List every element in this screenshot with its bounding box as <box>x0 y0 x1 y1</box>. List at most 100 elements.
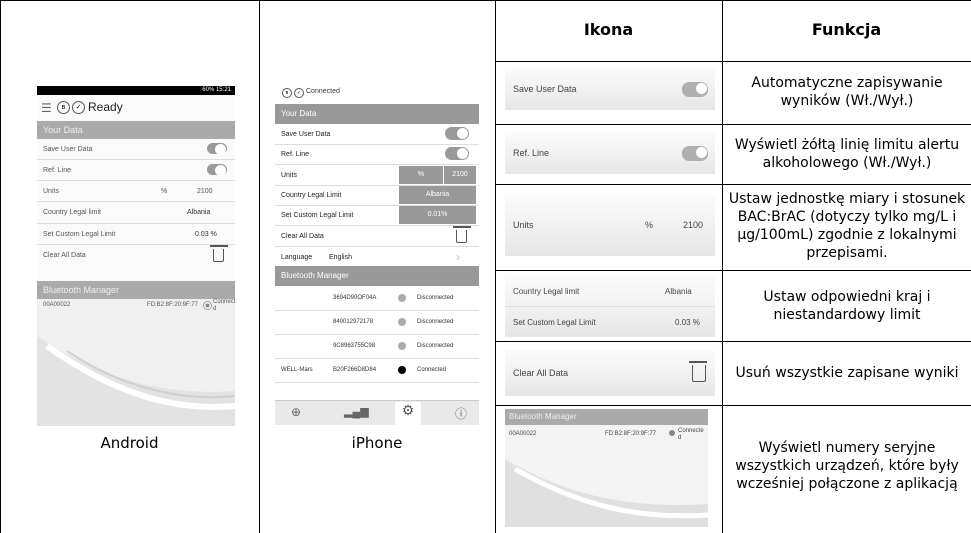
icon-device-id: 00A00022 <box>509 431 537 437</box>
icon-country-label: Country Legal limit <box>513 287 580 296</box>
function-desc-bluetooth: Wyświetl numery seryjne wszystkich urząd… <box>735 440 959 492</box>
tab-chart-icon[interactable]: ▂▄▆ <box>344 405 369 418</box>
language-value[interactable]: English <box>329 254 352 261</box>
android-screenshot: 60% 15:21 ☰ ʙ ✓ Ready Your Data Save Use… <box>37 86 235 426</box>
icon-clear-label: Clear All Data <box>513 368 569 378</box>
icon-units-percent[interactable]: % <box>645 220 653 230</box>
clear-all-label: Clear All Data <box>281 233 324 240</box>
function-desc-save: Automatyczne zapisywanie wyników (Wł./Wy… <box>751 75 943 109</box>
device-status: Connected <box>417 367 447 373</box>
android-caption: Android <box>100 434 159 452</box>
header-icon: Ikona <box>583 20 634 39</box>
tab-info-icon[interactable]: ⓘ <box>455 405 467 422</box>
device-status: Connecte d <box>213 299 235 312</box>
units-percent-select[interactable]: % <box>161 188 167 195</box>
function-desc-refline: Wyświetl żółtą linię limitu alertu alkoh… <box>734 137 960 171</box>
radio-icon[interactable] <box>203 301 212 310</box>
units-label: Units <box>281 172 297 179</box>
country-select[interactable]: Albania <box>187 209 210 216</box>
connection-status-icon <box>398 366 406 374</box>
table-border-top <box>0 0 971 1</box>
custom-limit-select[interactable]: 0.03 % <box>195 231 217 238</box>
table-border <box>495 124 971 125</box>
language-label: Language <box>281 254 313 261</box>
android-status-bar: 60% 15:21 <box>37 86 235 95</box>
bluetooth-icon: ʙ <box>57 101 70 114</box>
connection-status-icon <box>398 294 406 302</box>
tab-settings-icon[interactable]: ⚙ <box>395 402 421 425</box>
country-select[interactable]: Albania <box>399 186 476 204</box>
iphone-caption: iPhone <box>351 434 403 452</box>
check-icon: ✓ <box>294 88 304 98</box>
connection-status-icon <box>398 342 406 350</box>
table-border-left <box>0 0 1 533</box>
device-row[interactable]: 840012972178 Disconnected <box>275 311 479 335</box>
table-border <box>495 341 971 342</box>
table-border <box>495 270 971 271</box>
save-user-data-toggle[interactable] <box>682 82 708 97</box>
icon-ref-line: Ref. Line <box>505 132 715 174</box>
device-mac: FD:B2:8F:20:9F:77 <box>147 302 199 308</box>
device-id: 9C8963755C98 <box>333 343 376 349</box>
country-limit-label: Country Legal Limit <box>281 192 342 199</box>
section-bluetooth: Bluetooth Manager <box>275 266 479 286</box>
custom-limit-label: Set Custom Legal Limit <box>43 231 116 238</box>
custom-limit-select[interactable]: 0.01% <box>399 206 476 224</box>
device-name: WELL-Mars <box>281 367 313 373</box>
table-border <box>495 61 971 62</box>
icon-save-user-data-label: Save User Data <box>513 84 577 94</box>
table-border <box>495 184 971 185</box>
units-ratio-select[interactable]: 2100 <box>444 166 476 184</box>
icon-clear-all: Clear All Data <box>505 350 715 396</box>
connection-status-icon <box>398 318 406 326</box>
save-user-data-label: Save User Data <box>281 131 331 138</box>
trash-icon[interactable] <box>210 245 228 262</box>
ref-line-toggle[interactable] <box>445 147 469 160</box>
trash-icon[interactable] <box>689 361 707 382</box>
device-id: 00A00022 <box>43 302 71 308</box>
device-row[interactable]: 9C8963755C98 Disconnected <box>275 335 479 359</box>
decorative-swirl <box>505 459 708 527</box>
android-settings-list: Save User Data Ref. Line Units % 2100 Co… <box>37 139 235 281</box>
ref-line-label: Ref. Line <box>43 167 72 174</box>
save-user-data-label: Save User Data <box>43 146 93 153</box>
country-limit-label: Country Legal limit <box>43 209 101 216</box>
ref-line-toggle[interactable] <box>682 146 708 161</box>
icon-country-limit: Country Legal limit Albania Set Custom L… <box>505 275 715 337</box>
radio-icon[interactable] <box>669 430 675 436</box>
tab-home-icon[interactable]: ⊕ <box>291 405 301 419</box>
icon-save-user-data: Save User Data <box>505 68 715 110</box>
units-ratio-select[interactable]: 2100 <box>197 188 213 195</box>
chevron-right-icon[interactable]: › <box>456 250 460 264</box>
icon-units-ratio[interactable]: 2100 <box>683 220 703 230</box>
icon-custom-value[interactable]: 0.03 % <box>675 318 700 327</box>
save-user-data-toggle[interactable] <box>445 127 469 140</box>
device-row[interactable]: WELL-Mars B20F266D8D84 Connected <box>275 359 479 383</box>
save-user-data-toggle[interactable] <box>207 143 227 155</box>
clear-all-label: Clear All Data <box>43 252 86 259</box>
icon-country-value[interactable]: Albania <box>665 287 692 296</box>
units-percent-select[interactable]: % <box>399 166 443 184</box>
table-border <box>495 405 971 406</box>
device-list: 3694D90OF04A Disconnected 840012972178 Disc… <box>275 287 479 383</box>
device-status: Disconnected <box>417 319 454 325</box>
icon-units: Units % 2100 <box>505 194 715 256</box>
device-id: 3694D90OF04A <box>333 295 377 301</box>
android-app-bar: ☰ ʙ ✓ Ready <box>37 95 235 121</box>
device-id: B20F266D8D84 <box>333 367 377 373</box>
iphone-screenshot: ʙ ✓ Connected Your Data Save User Data R… <box>275 80 479 425</box>
bluetooth-icon: ʙ <box>282 88 292 98</box>
function-desc-clear: Usuń wszystkie zapisane wyniki <box>735 365 959 381</box>
section-bluetooth: Bluetooth Manager <box>37 281 235 299</box>
android-title: Ready <box>88 100 123 114</box>
device-row[interactable]: 3694D90OF04A Disconnected <box>275 287 479 311</box>
function-desc-units: Ustaw jednostkę miary i stosunek BAC:BrA… <box>728 191 966 261</box>
table-border <box>259 0 260 533</box>
icon-ref-line-label: Ref. Line <box>513 148 550 158</box>
trash-icon[interactable] <box>453 226 471 243</box>
custom-limit-label: Set Custom Legal Limit <box>281 212 354 219</box>
menu-icon[interactable]: ☰ <box>41 101 52 115</box>
icon-bluetooth-manager: Bluetooth Manager 00A00022 FD:B2:8F:20:9… <box>505 409 708 527</box>
ref-line-toggle[interactable] <box>207 164 227 176</box>
icon-device-status: Connecte d <box>678 428 704 441</box>
